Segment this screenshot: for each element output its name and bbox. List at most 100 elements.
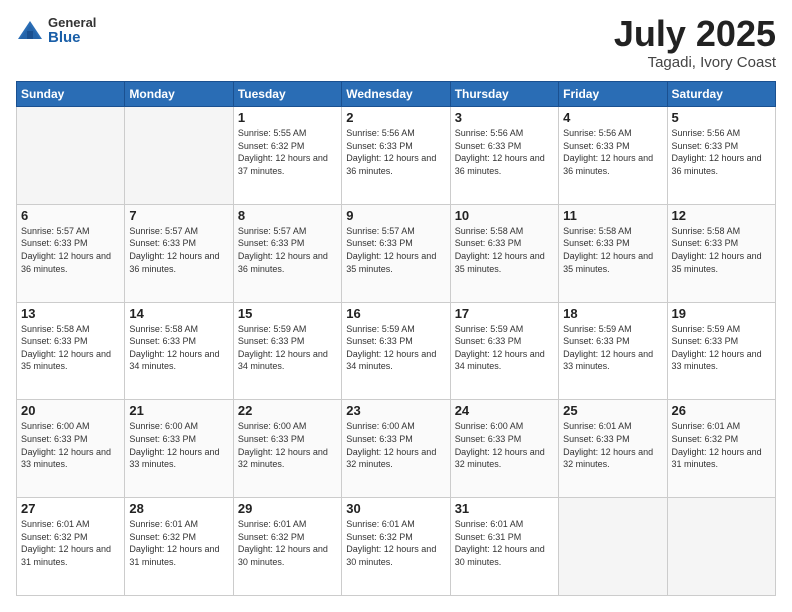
day-number: 27 — [21, 501, 120, 516]
calendar-cell: 2 Sunrise: 5:56 AMSunset: 6:33 PMDaylight… — [342, 107, 450, 205]
calendar-cell: 18 Sunrise: 5:59 AMSunset: 6:33 PMDayligh… — [559, 302, 667, 400]
calendar-cell: 27 Sunrise: 6:01 AMSunset: 6:32 PMDayligh… — [17, 498, 125, 596]
logo-icon — [16, 17, 44, 45]
calendar-cell: 5 Sunrise: 5:56 AMSunset: 6:33 PMDaylight… — [667, 107, 775, 205]
day-info: Sunrise: 6:00 AMSunset: 6:33 PMDaylight:… — [21, 420, 120, 470]
day-number: 4 — [563, 110, 662, 125]
day-info: Sunrise: 5:58 AMSunset: 6:33 PMDaylight:… — [21, 323, 120, 373]
day-number: 25 — [563, 403, 662, 418]
day-number: 17 — [455, 306, 554, 321]
day-number: 22 — [238, 403, 337, 418]
calendar-cell: 10Sunrise: 5:58 AMSunset: 6:33 PMDayligh… — [450, 204, 558, 302]
day-number: 8 — [238, 208, 337, 223]
day-info: Sunrise: 5:56 AMSunset: 6:33 PMDaylight:… — [455, 127, 554, 177]
day-number: 18 — [563, 306, 662, 321]
weekday-header-row: SundayMondayTuesdayWednesdayThursdayFrid… — [17, 82, 776, 107]
logo: General Blue — [16, 16, 96, 47]
header: General Blue July 2025 Tagadi, Ivory Coa… — [16, 16, 776, 71]
calendar-table: SundayMondayTuesdayWednesdayThursdayFrid… — [16, 81, 776, 596]
day-number: 30 — [346, 501, 445, 516]
calendar-cell: 26Sunrise: 6:01 AMSunset: 6:32 PMDayligh… — [667, 400, 775, 498]
day-number: 13 — [21, 306, 120, 321]
day-info: Sunrise: 6:01 AMSunset: 6:32 PMDaylight:… — [346, 518, 445, 568]
day-info: Sunrise: 6:00 AMSunset: 6:33 PMDaylight:… — [346, 420, 445, 470]
day-number: 3 — [455, 110, 554, 125]
calendar-week-row: 6 Sunrise: 5:57 AMSunset: 6:33 PMDaylight… — [17, 204, 776, 302]
day-info: Sunrise: 5:56 AMSunset: 6:33 PMDaylight:… — [346, 127, 445, 177]
weekday-header: Wednesday — [342, 82, 450, 107]
calendar-cell: 31 Sunrise: 6:01 AMSunset: 6:31 PMDayligh… — [450, 498, 558, 596]
day-info: Sunrise: 6:00 AMSunset: 6:33 PMDaylight:… — [238, 420, 337, 470]
day-number: 23 — [346, 403, 445, 418]
day-info: Sunrise: 5:58 AMSunset: 6:33 PMDaylight:… — [563, 225, 662, 275]
day-number: 6 — [21, 208, 120, 223]
day-info: Sunrise: 5:55 AMSunset: 6:32 PMDaylight:… — [238, 127, 337, 177]
day-number: 21 — [129, 403, 228, 418]
calendar-week-row: 1 Sunrise: 5:55 AMSunset: 6:32 PMDaylight… — [17, 107, 776, 205]
calendar-cell: 8Sunrise: 5:57 AMSunset: 6:33 PMDaylight… — [233, 204, 341, 302]
calendar-cell: 3 Sunrise: 5:56 AMSunset: 6:33 PMDaylight… — [450, 107, 558, 205]
calendar-cell: 17 Sunrise: 5:59 AMSunset: 6:33 PMDayligh… — [450, 302, 558, 400]
calendar-cell: 9 Sunrise: 5:57 AMSunset: 6:33 PMDaylight… — [342, 204, 450, 302]
day-number: 2 — [346, 110, 445, 125]
calendar-cell: 7 Sunrise: 5:57 AMSunset: 6:33 PMDaylight… — [125, 204, 233, 302]
calendar-cell: 28Sunrise: 6:01 AMSunset: 6:32 PMDayligh… — [125, 498, 233, 596]
day-info: Sunrise: 5:56 AMSunset: 6:33 PMDaylight:… — [563, 127, 662, 177]
weekday-header: Monday — [125, 82, 233, 107]
day-info: Sunrise: 6:01 AMSunset: 6:32 PMDaylight:… — [129, 518, 228, 568]
weekday-header: Tuesday — [233, 82, 341, 107]
day-info: Sunrise: 6:01 AMSunset: 6:33 PMDaylight:… — [563, 420, 662, 470]
calendar-cell: 6Sunrise: 5:57 AMSunset: 6:33 PMDaylight… — [17, 204, 125, 302]
day-info: Sunrise: 5:59 AMSunset: 6:33 PMDaylight:… — [346, 323, 445, 373]
calendar-cell: 22 Sunrise: 6:00 AMSunset: 6:33 PMDayligh… — [233, 400, 341, 498]
day-info: Sunrise: 5:59 AMSunset: 6:33 PMDaylight:… — [238, 323, 337, 373]
day-info: Sunrise: 5:57 AMSunset: 6:33 PMDaylight:… — [346, 225, 445, 275]
calendar-cell: 1 Sunrise: 5:55 AMSunset: 6:32 PMDaylight… — [233, 107, 341, 205]
page: General Blue July 2025 Tagadi, Ivory Coa… — [0, 0, 792, 612]
day-info: Sunrise: 6:00 AMSunset: 6:33 PMDaylight:… — [455, 420, 554, 470]
calendar-cell — [559, 498, 667, 596]
day-info: Sunrise: 5:59 AMSunset: 6:33 PMDaylight:… — [563, 323, 662, 373]
calendar-cell: 30 Sunrise: 6:01 AMSunset: 6:32 PMDayligh… — [342, 498, 450, 596]
location: Tagadi, Ivory Coast — [614, 54, 776, 71]
weekday-header: Thursday — [450, 82, 558, 107]
day-info: Sunrise: 6:00 AMSunset: 6:33 PMDaylight:… — [129, 420, 228, 470]
day-number: 15 — [238, 306, 337, 321]
day-info: Sunrise: 5:58 AMSunset: 6:33 PMDaylight:… — [129, 323, 228, 373]
day-number: 20 — [21, 403, 120, 418]
day-number: 7 — [129, 208, 228, 223]
calendar-cell: 25 Sunrise: 6:01 AMSunset: 6:33 PMDayligh… — [559, 400, 667, 498]
day-info: Sunrise: 5:58 AMSunset: 6:33 PMDaylight:… — [672, 225, 771, 275]
day-info: Sunrise: 5:59 AMSunset: 6:33 PMDaylight:… — [672, 323, 771, 373]
calendar-cell: 15 Sunrise: 5:59 AMSunset: 6:33 PMDayligh… — [233, 302, 341, 400]
day-number: 31 — [455, 501, 554, 516]
day-number: 1 — [238, 110, 337, 125]
calendar-cell — [667, 498, 775, 596]
day-info: Sunrise: 5:57 AMSunset: 6:33 PMDaylight:… — [129, 225, 228, 275]
day-number: 10 — [455, 208, 554, 223]
calendar-cell: 11Sunrise: 5:58 AMSunset: 6:33 PMDayligh… — [559, 204, 667, 302]
calendar-cell: 16 Sunrise: 5:59 AMSunset: 6:33 PMDayligh… — [342, 302, 450, 400]
calendar-cell: 24Sunrise: 6:00 AMSunset: 6:33 PMDayligh… — [450, 400, 558, 498]
logo-blue: Blue — [48, 30, 96, 47]
day-number: 9 — [346, 208, 445, 223]
day-number: 16 — [346, 306, 445, 321]
month-title: July 2025 — [614, 16, 776, 52]
day-info: Sunrise: 6:01 AMSunset: 6:32 PMDaylight:… — [21, 518, 120, 568]
day-number: 19 — [672, 306, 771, 321]
day-number: 5 — [672, 110, 771, 125]
day-info: Sunrise: 5:56 AMSunset: 6:33 PMDaylight:… — [672, 127, 771, 177]
day-number: 14 — [129, 306, 228, 321]
calendar-cell: 23 Sunrise: 6:00 AMSunset: 6:33 PMDayligh… — [342, 400, 450, 498]
calendar-cell: 13 Sunrise: 5:58 AMSunset: 6:33 PMDayligh… — [17, 302, 125, 400]
day-info: Sunrise: 6:01 AMSunset: 6:31 PMDaylight:… — [455, 518, 554, 568]
day-info: Sunrise: 5:59 AMSunset: 6:33 PMDaylight:… — [455, 323, 554, 373]
day-info: Sunrise: 6:01 AMSunset: 6:32 PMDaylight:… — [672, 420, 771, 470]
day-info: Sunrise: 6:01 AMSunset: 6:32 PMDaylight:… — [238, 518, 337, 568]
calendar-week-row: 20 Sunrise: 6:00 AMSunset: 6:33 PMDayligh… — [17, 400, 776, 498]
title-block: July 2025 Tagadi, Ivory Coast — [614, 16, 776, 71]
calendar-week-row: 13 Sunrise: 5:58 AMSunset: 6:33 PMDayligh… — [17, 302, 776, 400]
weekday-header: Saturday — [667, 82, 775, 107]
calendar-cell — [125, 107, 233, 205]
calendar-cell: 20 Sunrise: 6:00 AMSunset: 6:33 PMDayligh… — [17, 400, 125, 498]
